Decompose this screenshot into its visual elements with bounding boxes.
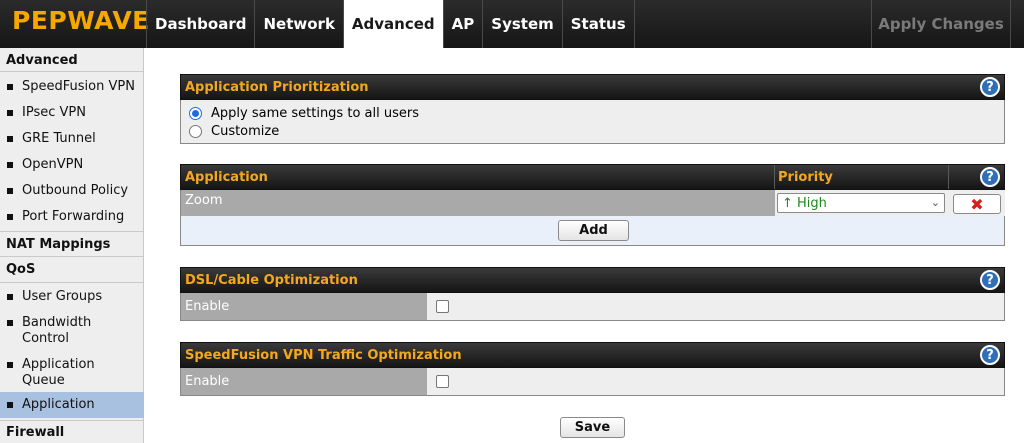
sidebar-section-nat-mappings[interactable]: NAT Mappings <box>0 231 144 257</box>
chevron-down-icon: ⌄ <box>930 196 940 209</box>
app-prioritization-panel: Application Prioritization ? Apply same … <box>180 74 1005 144</box>
option-label: Apply same settings to all users <box>211 105 419 121</box>
bullet-icon <box>7 162 13 168</box>
sidebar: Advanced SpeedFusion VPN IPsec VPN GRE T… <box>0 48 144 443</box>
tab-system[interactable]: System <box>482 0 561 48</box>
help-icon[interactable]: ? <box>980 77 1000 97</box>
dsl-enable-row: Enable <box>180 293 1005 321</box>
sidebar-item-gre-tunnel[interactable]: GRE Tunnel <box>0 131 144 147</box>
help-icon[interactable]: ? <box>980 167 1000 187</box>
help-icon[interactable]: ? <box>980 270 1000 290</box>
tab-ap[interactable]: AP <box>442 0 483 48</box>
application-table: Application Priority ? Zoom ↑ High ⌄ ✖ A… <box>180 164 1005 246</box>
sidebar-item-label: SpeedFusion VPN <box>22 79 135 94</box>
sidebar-item-user-groups[interactable]: User Groups <box>0 289 144 305</box>
radio-same-settings[interactable] <box>189 106 202 120</box>
sidebar-item-label: Bandwidth Control <box>22 315 92 346</box>
delete-row-button[interactable]: ✖ <box>953 194 1001 214</box>
sidebar-item-label: Application Queue <box>22 357 95 388</box>
option-customize[interactable]: Customize <box>181 122 1004 140</box>
sidebar-item-label: Application <box>22 397 95 412</box>
sidebar-section-firewall[interactable]: Firewall <box>0 420 144 443</box>
main-nav: Dashboard Network Advanced AP System Sta… <box>146 0 635 48</box>
sidebar-item-label: IPsec VPN <box>22 105 86 120</box>
sidebar-item-label: GRE Tunnel <box>22 131 96 146</box>
column-divider <box>774 165 775 189</box>
option-same-settings[interactable]: Apply same settings to all users <box>181 104 1004 122</box>
bullet-icon <box>7 188 13 194</box>
sidebar-item-label: Outbound Policy <box>22 183 129 198</box>
sidebar-item-label: Port Forwarding <box>22 209 125 224</box>
bullet-icon <box>7 402 13 408</box>
bullet-icon <box>7 214 13 220</box>
sidebar-item-application-queue[interactable]: Application Queue <box>0 357 120 389</box>
bullet-icon <box>7 136 13 142</box>
sidebar-item-port-forwarding[interactable]: Port Forwarding <box>0 209 144 225</box>
panel-header: SpeedFusion VPN Traffic Optimization ? <box>180 342 1005 368</box>
radio-customize[interactable] <box>189 124 202 138</box>
pepwave-logo[interactable]: PEPWAVE <box>12 6 150 35</box>
sidebar-item-label: OpenVPN <box>22 157 84 172</box>
delete-x-icon: ✖ <box>970 194 984 214</box>
add-button[interactable]: Add <box>558 220 629 241</box>
sidebar-section-advanced[interactable]: Advanced <box>0 50 144 72</box>
sidebar-item-bandwidth-control[interactable]: Bandwidth Control <box>0 315 120 347</box>
prioritization-options: Apply same settings to all users Customi… <box>180 100 1005 144</box>
panel-title: Application Prioritization <box>185 80 369 95</box>
tab-dashboard[interactable]: Dashboard <box>146 0 254 48</box>
tab-status[interactable]: Status <box>561 0 635 48</box>
tab-network[interactable]: Network <box>254 0 342 48</box>
column-divider <box>948 165 949 189</box>
table-header: Application Priority ? <box>180 164 1005 190</box>
priority-select[interactable]: ↑ High ⌄ <box>777 193 945 213</box>
bullet-icon <box>7 110 13 116</box>
priority-value: ↑ High <box>782 195 827 211</box>
tab-advanced[interactable]: Advanced <box>342 0 443 48</box>
sidebar-item-openvpn[interactable]: OpenVPN <box>0 157 144 173</box>
column-header-priority: Priority <box>778 170 833 185</box>
sidebar-item-application[interactable]: Application <box>0 392 144 418</box>
enable-label: Enable <box>181 368 427 395</box>
bullet-icon <box>7 84 13 90</box>
panel-title: DSL/Cable Optimization <box>185 273 358 288</box>
dsl-optimization-panel: DSL/Cable Optimization ? Enable <box>180 267 1005 321</box>
dsl-enable-checkbox[interactable] <box>436 300 449 313</box>
panel-title: SpeedFusion VPN Traffic Optimization <box>185 348 462 363</box>
save-button[interactable]: Save <box>560 417 625 438</box>
sidebar-item-ipsec-vpn[interactable]: IPsec VPN <box>0 105 144 121</box>
sidebar-item-label: User Groups <box>22 289 103 304</box>
column-header-application: Application <box>185 170 268 185</box>
panel-header: Application Prioritization ? <box>180 74 1005 100</box>
bullet-icon <box>7 362 13 368</box>
option-label: Customize <box>211 123 280 139</box>
sidebar-section-qos[interactable]: QoS <box>0 257 144 283</box>
bullet-icon <box>7 320 13 326</box>
apply-changes-button[interactable]: Apply Changes <box>871 0 1011 48</box>
table-cell-application: Zoom <box>181 190 775 216</box>
bullet-icon <box>7 294 13 300</box>
enable-label: Enable <box>181 293 427 320</box>
speedfusion-enable-checkbox[interactable] <box>436 375 449 388</box>
help-icon[interactable]: ? <box>980 345 1000 365</box>
sidebar-item-speedfusion-vpn[interactable]: SpeedFusion VPN <box>0 79 144 95</box>
panel-header: DSL/Cable Optimization ? <box>180 267 1005 293</box>
table-body: Zoom ↑ High ⌄ ✖ Add <box>180 190 1005 246</box>
sidebar-item-outbound-policy[interactable]: Outbound Policy <box>0 183 144 199</box>
speedfusion-optimization-panel: SpeedFusion VPN Traffic Optimization ? E… <box>180 342 1005 396</box>
speedfusion-enable-row: Enable <box>180 368 1005 396</box>
top-bar: PEPWAVE Dashboard Network Advanced AP Sy… <box>0 0 1024 48</box>
